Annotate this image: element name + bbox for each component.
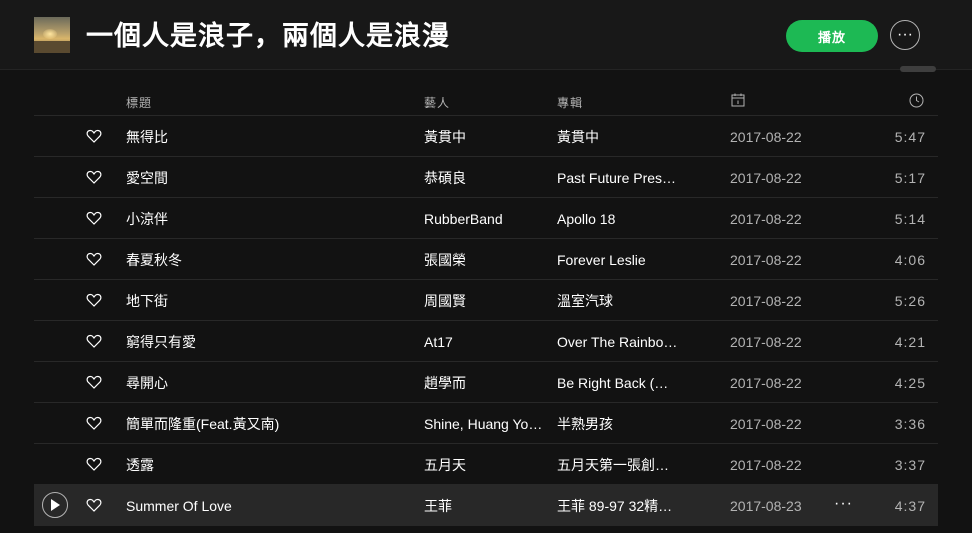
heart-icon[interactable] xyxy=(86,210,102,226)
cover-sun xyxy=(43,29,57,39)
track-album[interactable]: Over The Rainbo… xyxy=(557,333,679,351)
track-artist[interactable]: RubberBand xyxy=(424,210,546,228)
track-duration: 5:47 xyxy=(894,129,926,145)
track-artist[interactable]: 五月天 xyxy=(424,456,546,474)
track-duration: 4:37 xyxy=(894,498,926,514)
track-artist[interactable]: At17 xyxy=(424,333,546,351)
track-date-added: 2017-08-22 xyxy=(730,375,802,391)
cover-ground xyxy=(34,41,70,53)
track-title[interactable]: 透露 xyxy=(126,456,416,474)
track-artist[interactable]: 張國榮 xyxy=(424,251,546,269)
heart-icon[interactable] xyxy=(86,497,102,513)
track-title[interactable]: Summer Of Love xyxy=(126,497,416,515)
track-date-added: 2017-08-23 xyxy=(730,498,802,514)
track-album[interactable]: Apollo 18 xyxy=(557,210,679,228)
column-header-album[interactable]: 專輯 xyxy=(557,94,583,111)
track-date-added: 2017-08-22 xyxy=(730,252,802,268)
track-duration: 5:26 xyxy=(894,293,926,309)
table-row[interactable]: 透露 五月天 五月天第一張創… 2017-08-22 3:37 xyxy=(34,444,938,485)
track-title[interactable]: 小涼伴 xyxy=(126,210,416,228)
more-icon: ··· xyxy=(897,26,913,43)
track-title[interactable]: 無得比 xyxy=(126,128,416,146)
track-duration: 3:36 xyxy=(894,416,926,432)
row-more-icon[interactable]: ··· xyxy=(834,495,853,513)
track-date-added: 2017-08-22 xyxy=(730,416,802,432)
more-options-button[interactable]: ··· xyxy=(890,20,920,50)
track-album[interactable]: 溫室汽球 xyxy=(557,292,679,310)
play-button[interactable]: 播放 xyxy=(786,20,878,52)
track-date-added: 2017-08-22 xyxy=(730,170,802,186)
track-duration: 3:37 xyxy=(894,457,926,473)
track-duration: 4:21 xyxy=(894,334,926,350)
album-cover[interactable] xyxy=(34,17,70,53)
track-duration: 4:06 xyxy=(894,252,926,268)
track-album[interactable]: Forever Leslie xyxy=(557,251,679,269)
track-artist[interactable]: 恭碩良 xyxy=(424,169,546,187)
track-date-added: 2017-08-22 xyxy=(730,211,802,227)
track-date-added: 2017-08-22 xyxy=(730,457,802,473)
clock-icon[interactable] xyxy=(909,93,924,111)
heart-icon[interactable] xyxy=(86,128,102,144)
heart-icon[interactable] xyxy=(86,251,102,267)
play-icon[interactable] xyxy=(42,492,68,518)
track-title[interactable]: 春夏秋冬 xyxy=(126,251,416,269)
table-row[interactable]: 簡單而隆重(Feat.黃又南) Shine, Huang You… 半熟男孩 2… xyxy=(34,403,938,444)
track-artist[interactable]: 周國賢 xyxy=(424,292,546,310)
track-duration: 5:14 xyxy=(894,211,926,227)
track-date-added: 2017-08-22 xyxy=(730,129,802,145)
table-row[interactable]: 無得比 黃貫中 黃貫中 2017-08-22 5:47 xyxy=(34,116,938,157)
track-title[interactable]: 尋開心 xyxy=(126,374,416,392)
track-duration: 4:25 xyxy=(894,375,926,391)
table-row[interactable]: 春夏秋冬 張國榮 Forever Leslie 2017-08-22 4:06 xyxy=(34,239,938,280)
heart-icon[interactable] xyxy=(86,415,102,431)
heart-icon[interactable] xyxy=(86,456,102,472)
table-row[interactable]: 窮得只有愛 At17 Over The Rainbo… 2017-08-22 4… xyxy=(34,321,938,362)
playlist-header: 一個人是浪子，兩個人是浪漫 播放 ··· xyxy=(0,0,972,70)
playlist-title: 一個人是浪子，兩個人是浪漫 xyxy=(86,21,450,51)
track-album[interactable]: 五月天第一張創… xyxy=(557,456,679,474)
track-artist[interactable]: 王菲 xyxy=(424,497,546,515)
track-list: 無得比 黃貫中 黃貫中 2017-08-22 5:47 愛空間 恭碩良 Past… xyxy=(34,116,938,526)
track-date-added: 2017-08-22 xyxy=(730,293,802,309)
heart-icon[interactable] xyxy=(86,169,102,185)
track-artist[interactable]: Shine, Huang You… xyxy=(424,415,546,433)
track-album[interactable]: Be Right Back (精… xyxy=(557,374,679,392)
heart-icon[interactable] xyxy=(86,374,102,390)
calendar-icon[interactable] xyxy=(731,93,745,110)
track-album[interactable]: 半熟男孩 xyxy=(557,415,679,433)
column-header-title[interactable]: 標題 xyxy=(126,94,152,111)
table-row[interactable]: Summer Of Love 王菲 王菲 89-97 32精… 2017-08-… xyxy=(34,485,938,526)
track-title[interactable]: 愛空間 xyxy=(126,169,416,187)
table-row[interactable]: 愛空間 恭碩良 Past Future Prese… 2017-08-22 5:… xyxy=(34,157,938,198)
track-duration: 5:17 xyxy=(894,170,926,186)
track-date-added: 2017-08-22 xyxy=(730,334,802,350)
playlist-page: 一個人是浪子，兩個人是浪漫 播放 ··· 標題 藝人 專輯 無得比 黃貫中 黃貫… xyxy=(0,0,972,533)
track-album[interactable]: Past Future Prese… xyxy=(557,169,679,187)
track-artist[interactable]: 黃貫中 xyxy=(424,128,546,146)
table-row[interactable]: 地下街 周國賢 溫室汽球 2017-08-22 5:26 xyxy=(34,280,938,321)
track-album[interactable]: 黃貫中 xyxy=(557,128,679,146)
table-row[interactable]: 尋開心 趙學而 Be Right Back (精… 2017-08-22 4:2… xyxy=(34,362,938,403)
column-header-artist[interactable]: 藝人 xyxy=(424,94,450,111)
heart-icon[interactable] xyxy=(86,292,102,308)
track-title[interactable]: 簡單而隆重(Feat.黃又南) xyxy=(126,415,416,433)
table-header: 標題 藝人 專輯 xyxy=(34,86,938,116)
track-title[interactable]: 窮得只有愛 xyxy=(126,333,416,351)
heart-icon[interactable] xyxy=(86,333,102,349)
track-artist[interactable]: 趙學而 xyxy=(424,374,546,392)
track-title[interactable]: 地下街 xyxy=(126,292,416,310)
table-row[interactable]: 小涼伴 RubberBand Apollo 18 2017-08-22 5:14 xyxy=(34,198,938,239)
track-album[interactable]: 王菲 89-97 32精… xyxy=(557,497,679,515)
scrollbar-thumb[interactable] xyxy=(900,66,936,72)
